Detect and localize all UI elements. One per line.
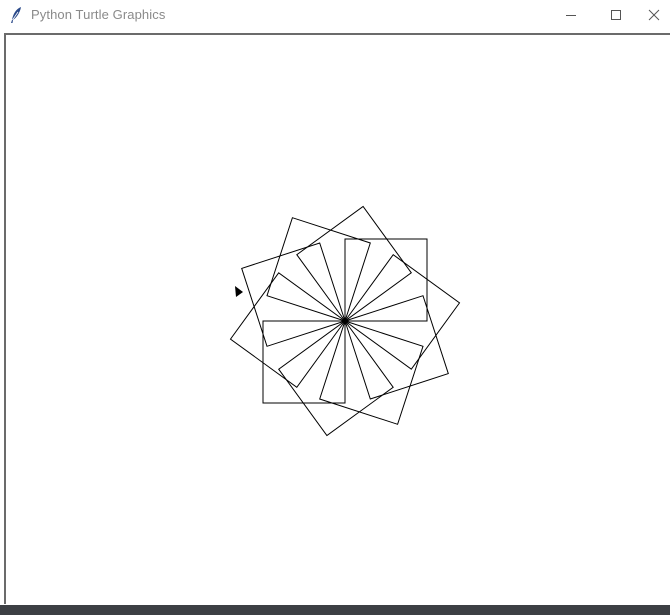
minimize-button[interactable] — [548, 0, 594, 30]
title-bar[interactable]: Python Turtle Graphics — [0, 0, 670, 30]
maximize-icon — [611, 10, 621, 20]
drawn-square — [241, 242, 346, 347]
window-title: Python Turtle Graphics — [31, 7, 166, 22]
close-button[interactable] — [638, 0, 670, 30]
turtle-arrow-icon — [235, 286, 243, 297]
drawn-square — [266, 217, 371, 322]
feather-icon — [8, 6, 24, 24]
drawn-square — [344, 295, 449, 400]
drawn-square — [319, 320, 424, 425]
drawn-square — [296, 205, 412, 322]
maximize-button[interactable] — [593, 0, 639, 30]
turtle-canvas[interactable] — [7, 36, 670, 602]
taskbar-strip — [0, 605, 670, 615]
drawn-square — [344, 254, 461, 370]
close-icon — [648, 9, 660, 21]
drawn-square — [262, 320, 346, 404]
minimize-icon — [566, 15, 576, 16]
drawn-square — [278, 320, 394, 437]
drawn-square — [344, 238, 428, 322]
drawn-square — [229, 272, 346, 388]
turtle-drawing — [229, 205, 461, 437]
